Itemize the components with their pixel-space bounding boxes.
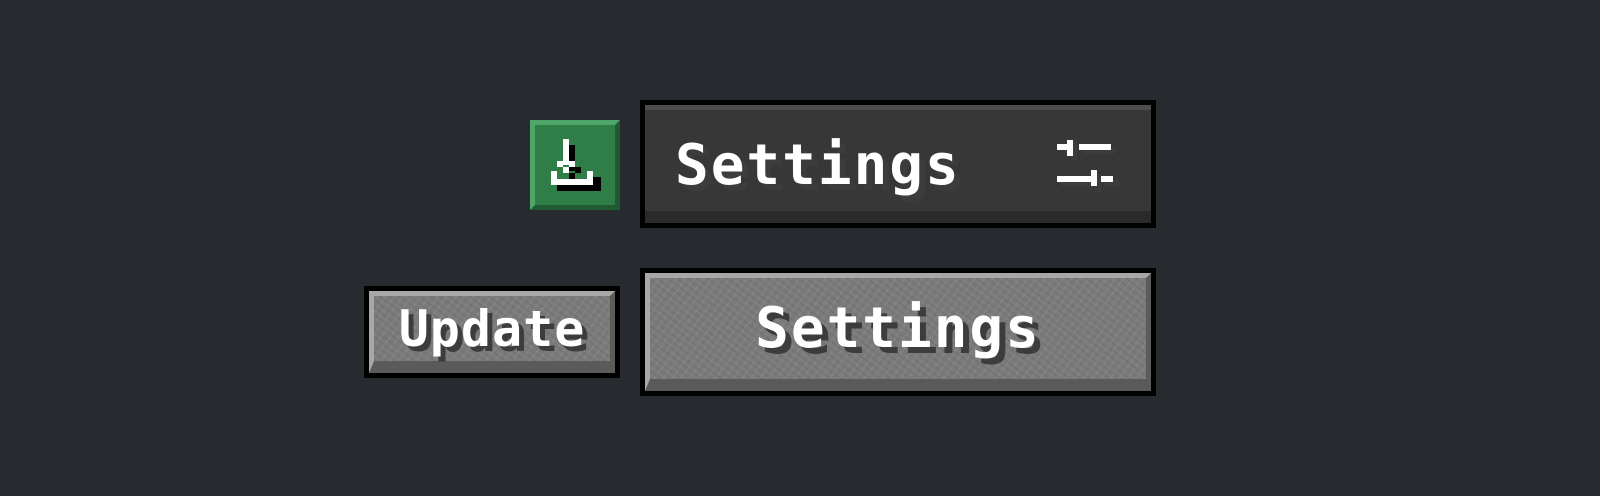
settings-button-stone[interactable]: Settings bbox=[640, 268, 1156, 396]
settings-button-dark-face: Settings bbox=[645, 105, 1151, 223]
update-button-face: Update bbox=[369, 291, 615, 373]
settings-button-dark-label: Settings bbox=[675, 133, 961, 198]
download-icon bbox=[551, 139, 601, 191]
settings-button-dark[interactable]: Settings bbox=[640, 100, 1156, 228]
update-button-label: Update bbox=[398, 299, 586, 358]
settings-button-stone-face: Settings bbox=[645, 273, 1151, 391]
update-button[interactable]: Update bbox=[364, 286, 620, 378]
download-button[interactable] bbox=[530, 120, 620, 210]
settings-button-stone-label: Settings bbox=[755, 295, 1041, 361]
sliders-icon bbox=[1057, 140, 1119, 192]
